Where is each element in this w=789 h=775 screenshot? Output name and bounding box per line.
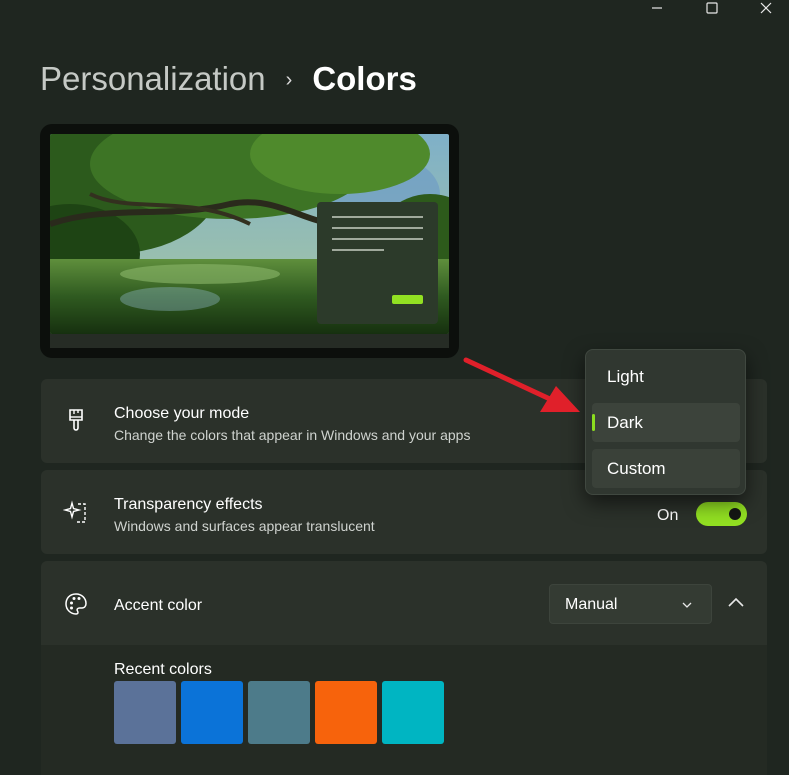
accent-color-title: Accent color [114,597,203,614]
accent-collapse-button[interactable] [726,595,746,616]
mode-option-dark[interactable]: Dark [592,403,740,442]
mode-option-label: Dark [607,413,643,432]
preview-window [317,202,438,324]
mode-option-light[interactable]: Light [592,357,740,396]
paintbrush-icon [63,407,89,433]
chevron-up-icon [726,597,746,615]
close-button[interactable] [743,0,789,16]
accent-mode-select[interactable]: Manual [549,584,712,624]
preview-taskbar [50,334,449,348]
maximize-icon [706,2,718,14]
transparency-title: Transparency effects [114,496,263,513]
accent-color-panel: Recent colors [41,645,767,775]
mode-option-custom[interactable]: Custom [592,449,740,488]
breadcrumb: Personalization › Colors [40,60,417,98]
selection-indicator [592,414,595,431]
recent-colors-label: Recent colors [114,661,212,678]
breadcrumb-personalization[interactable]: Personalization [40,60,266,98]
minimize-button[interactable] [634,0,680,16]
accent-mode-value: Manual [565,596,618,613]
choose-mode-subtitle: Change the colors that appear in Windows… [114,427,471,443]
transparency-sparkle-icon [63,499,89,525]
transparency-toggle-label: On [657,507,679,524]
transparency-toggle[interactable] [696,502,747,526]
recent-color-swatch[interactable] [248,681,310,744]
choose-mode-title: Choose your mode [114,405,250,422]
page-title: Colors [312,60,417,97]
close-icon [760,2,772,14]
breadcrumb-separator: › [285,68,293,91]
annotation-arrow [463,357,580,412]
minimize-icon [652,7,662,9]
mode-dropdown-menu: Light Dark Custom [585,349,746,495]
recent-color-swatch[interactable] [114,681,176,744]
toggle-knob [729,508,741,520]
recent-color-swatch[interactable] [315,681,377,744]
theme-preview [40,124,459,358]
chevron-down-icon [681,598,693,616]
mode-option-label: Light [607,367,644,386]
accent-color-card[interactable]: Accent color Manual [41,561,767,645]
transparency-subtitle: Windows and surfaces appear translucent [114,518,375,534]
recent-color-swatch[interactable] [382,681,444,744]
recent-color-swatch[interactable] [181,681,243,744]
palette-icon [63,591,89,617]
mode-option-label: Custom [607,459,666,478]
maximize-button[interactable] [689,0,735,16]
